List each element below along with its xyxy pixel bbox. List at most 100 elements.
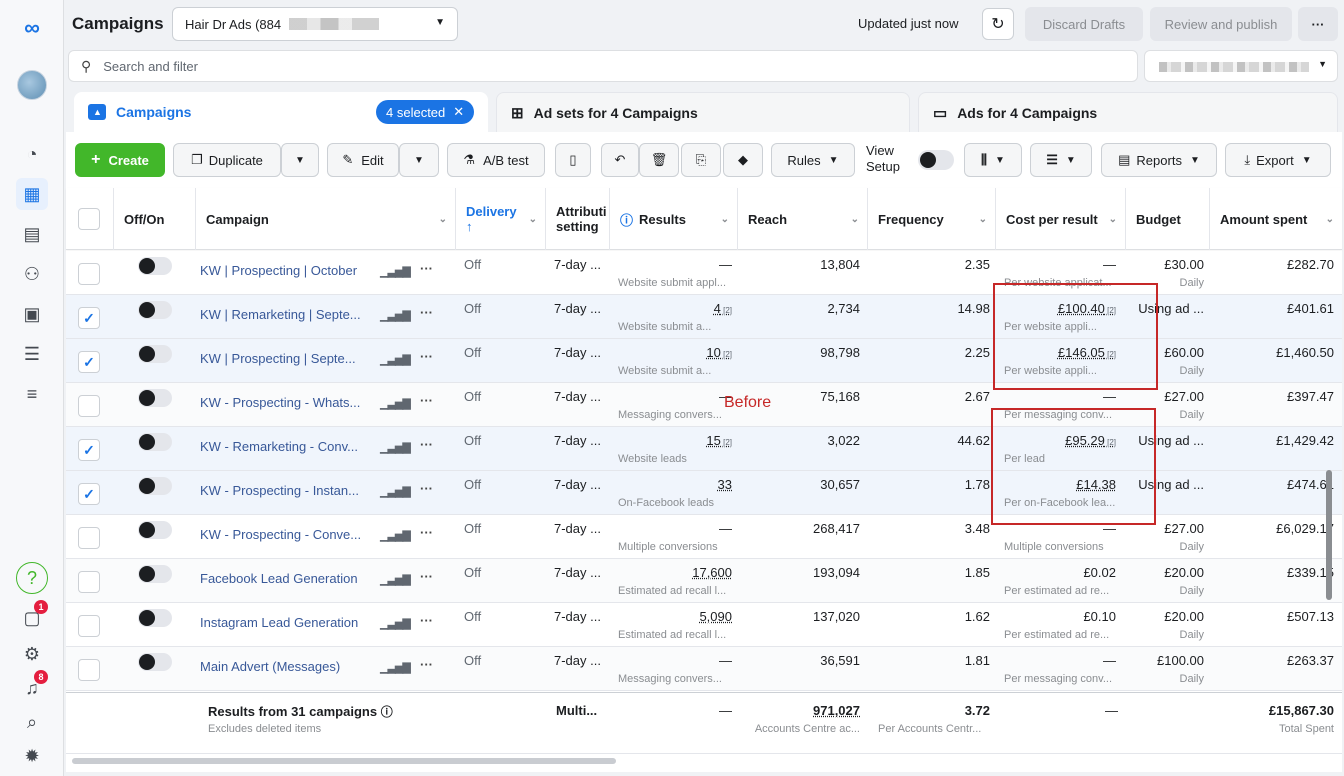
account-selector[interactable]: Hair Dr Ads (884 ▼ — [172, 7, 458, 41]
catalog-icon[interactable]: ▣ — [16, 298, 48, 330]
settings-icon[interactable]: ⚙ — [16, 638, 48, 670]
column-reach[interactable]: Reach ⌄ — [738, 188, 868, 250]
table-row[interactable]: Facebook Lead Generation ▁▃▅▇ ··· Off 7-… — [66, 559, 1342, 603]
campaign-name-link[interactable]: Main Advert (Messages) — [200, 659, 340, 674]
row-checkbox[interactable]: ✓ — [78, 439, 100, 461]
campaign-name-link[interactable]: Instagram Lead Generation — [200, 615, 358, 630]
chart-bars-icon[interactable]: ▁▃▅▇ — [380, 529, 411, 542]
horizontal-scrollbar[interactable] — [72, 758, 616, 764]
row-toggle[interactable] — [138, 257, 172, 275]
row-checkbox[interactable]: ✓ — [78, 307, 100, 329]
column-campaign[interactable]: Campaign ⌄ — [196, 188, 456, 250]
tab-adsets[interactable]: ⊞ Ad sets for 4 Campaigns — [496, 92, 910, 132]
row-checkbox[interactable] — [78, 659, 100, 681]
row-checkbox[interactable] — [78, 527, 100, 549]
dashboard-icon[interactable]: ◔ — [16, 138, 48, 170]
row-toggle[interactable] — [138, 521, 172, 539]
column-cost-per-result[interactable]: Cost per result ⌄ — [996, 188, 1126, 250]
row-toggle[interactable] — [138, 389, 172, 407]
clipboard-button[interactable]: ▯ — [555, 143, 591, 177]
row-toggle[interactable] — [138, 433, 172, 451]
campaign-name-link[interactable]: KW | Prospecting | Septe... — [200, 351, 356, 366]
campaign-name-link[interactable]: KW | Remarketing | Septe... — [200, 307, 361, 322]
column-results[interactable]: ⓘ Results ⌄ — [610, 188, 738, 250]
rules-button[interactable]: Rules ▼ — [771, 143, 855, 177]
notifications-icon[interactable]: ▢ 1 — [16, 600, 48, 634]
vertical-scrollbar[interactable] — [1326, 470, 1332, 600]
row-checkbox[interactable] — [78, 263, 100, 285]
chart-bars-icon[interactable]: ▁▃▅▇ — [380, 353, 411, 366]
discard-drafts-button[interactable]: Discard Drafts — [1025, 7, 1143, 41]
avatar[interactable] — [17, 70, 47, 100]
row-checkbox[interactable] — [78, 395, 100, 417]
search-filter-bar[interactable]: ⚲ Search and filter — [68, 50, 1138, 82]
row-more-icon[interactable]: ··· — [420, 657, 433, 672]
table-row[interactable]: Instagram Lead Generation ▁▃▅▇ ··· Off 7… — [66, 603, 1342, 647]
columns-button[interactable]: ⫼ ▼ — [964, 143, 1022, 177]
chart-bars-icon[interactable]: ▁▃▅▇ — [380, 265, 411, 278]
edit-dropdown[interactable]: ▼ — [399, 143, 439, 177]
chart-bars-icon[interactable]: ▁▃▅▇ — [380, 309, 411, 322]
bug-report-icon[interactable]: ✹ — [16, 740, 48, 772]
date-range-selector[interactable]: ▼ — [1144, 50, 1338, 82]
tab-ads[interactable]: ▭ Ads for 4 Campaigns — [918, 92, 1338, 132]
info-icon[interactable]: ⓘ — [381, 705, 393, 719]
chart-bars-icon[interactable]: ▁▃▅▇ — [380, 485, 411, 498]
column-budget[interactable]: Budget — [1126, 188, 1210, 250]
help-icon[interactable]: ? — [16, 562, 48, 594]
row-more-icon[interactable]: ··· — [420, 261, 433, 276]
review-publish-button[interactable]: Review and publish — [1150, 7, 1292, 41]
reports-button[interactable]: ▤ Reports ▼ — [1101, 143, 1217, 177]
menu-icon[interactable]: ≡ — [16, 378, 48, 410]
column-frequency[interactable]: Frequency ⌄ — [868, 188, 996, 250]
row-checkbox[interactable]: ✓ — [78, 351, 100, 373]
search-icon[interactable]: ⌕ — [16, 706, 48, 738]
export-button[interactable]: ⤓ Export ▼ — [1225, 143, 1331, 177]
clear-selection-icon[interactable]: ✕ — [453, 104, 464, 120]
undo-button[interactable]: ↶ — [601, 143, 639, 177]
meta-logo-icon[interactable]: ∞ — [16, 12, 48, 44]
refresh-button[interactable]: ↻ — [982, 8, 1014, 40]
row-more-icon[interactable]: ··· — [420, 393, 433, 408]
chart-bars-icon[interactable]: ▁▃▅▇ — [380, 441, 411, 454]
campaign-name-link[interactable]: KW - Prospecting - Conve... — [200, 527, 361, 542]
row-more-icon[interactable]: ··· — [420, 305, 433, 320]
row-checkbox[interactable] — [78, 615, 100, 637]
table-row[interactable]: Main Advert (Messages) ▁▃▅▇ ··· Off 7-da… — [66, 647, 1342, 691]
campaign-name-link[interactable]: KW - Prospecting - Whats... — [200, 395, 360, 410]
row-more-icon[interactable]: ··· — [420, 569, 433, 584]
edit-button[interactable]: ✎ Edit — [327, 143, 399, 177]
row-more-icon[interactable]: ··· — [420, 437, 433, 452]
campaign-name-link[interactable]: KW - Prospecting - Instan... — [200, 483, 359, 498]
row-more-icon[interactable]: ··· — [420, 481, 433, 496]
duplicate-button[interactable]: ❐ Duplicate — [173, 143, 281, 177]
tag-button[interactable]: ◆ — [723, 143, 763, 177]
row-toggle[interactable] — [138, 565, 172, 583]
delete-button[interactable]: 🗑 — [639, 143, 679, 177]
info-icon[interactable]: ⓘ — [620, 210, 633, 229]
search-input[interactable]: Search and filter — [103, 59, 198, 74]
more-options-button[interactable]: ··· — [1298, 7, 1338, 41]
billing-icon[interactable]: ☰ — [16, 338, 48, 370]
view-setup-toggle[interactable] — [918, 150, 954, 170]
row-toggle[interactable] — [138, 609, 172, 627]
row-more-icon[interactable]: ··· — [420, 613, 433, 628]
campaign-name-link[interactable]: Facebook Lead Generation — [200, 571, 358, 586]
column-attribution[interactable]: Attributi setting — [546, 188, 610, 250]
row-toggle[interactable] — [138, 653, 172, 671]
row-checkbox[interactable] — [78, 571, 100, 593]
chart-bars-icon[interactable]: ▁▃▅▇ — [380, 661, 411, 674]
selected-count-pill[interactable]: 4 selected ✕ — [376, 100, 475, 124]
audiences-icon[interactable]: ⚇ — [16, 258, 48, 290]
select-all-checkbox[interactable] — [78, 208, 100, 230]
column-offon[interactable]: Off/On — [114, 188, 196, 250]
preview-button[interactable]: ⎘ — [681, 143, 721, 177]
column-amount-spent[interactable]: Amount spent ⌄ — [1210, 188, 1342, 250]
pages-icon[interactable]: ▤ — [16, 218, 48, 250]
row-more-icon[interactable]: ··· — [420, 525, 433, 540]
chart-bars-icon[interactable]: ▁▃▅▇ — [380, 617, 411, 630]
row-checkbox[interactable]: ✓ — [78, 483, 100, 505]
row-toggle[interactable] — [138, 345, 172, 363]
duplicate-dropdown[interactable]: ▼ — [281, 143, 319, 177]
chart-bars-icon[interactable]: ▁▃▅▇ — [380, 397, 411, 410]
